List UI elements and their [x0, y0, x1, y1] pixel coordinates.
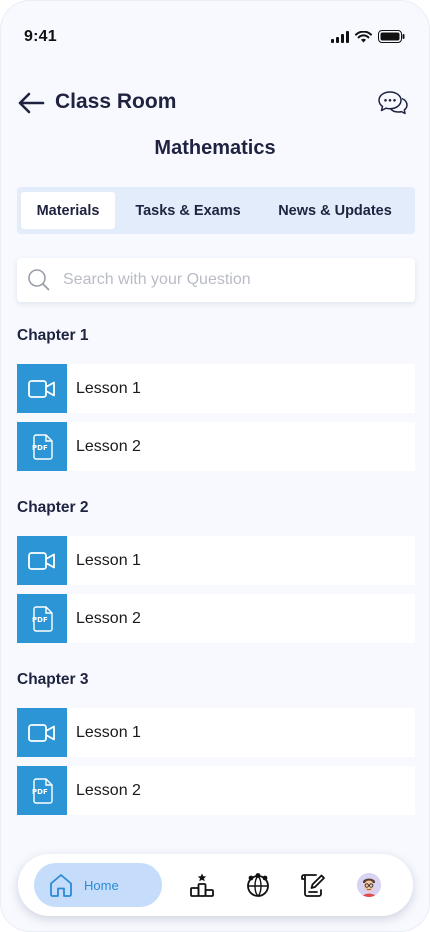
screen: 9:41 Class Room Mathematics Materials Ta… — [0, 0, 430, 932]
search-input[interactable] — [63, 271, 383, 289]
chapter-list: Chapter 1 Lesson 1 PDF Lesson 2 Chapter … — [17, 327, 415, 843]
lesson-item[interactable]: Lesson 1 — [17, 536, 415, 585]
video-icon — [17, 364, 67, 413]
chapter-3: Chapter 3 Lesson 1 PDF Lesson 2 — [17, 671, 415, 815]
lesson-item[interactable]: PDF Lesson 2 — [17, 422, 415, 471]
tab-bar: Materials Tasks & Exams News & Updates — [17, 187, 415, 234]
nav-profile-button[interactable] — [355, 871, 383, 899]
svg-text:PDF: PDF — [32, 444, 48, 452]
bottom-nav: Home — [18, 854, 413, 916]
profile-avatar — [357, 873, 381, 897]
video-icon — [17, 708, 67, 757]
tab-news-updates[interactable]: News & Updates — [261, 192, 409, 229]
lesson-item[interactable]: PDF Lesson 2 — [17, 766, 415, 815]
signal-icon — [331, 30, 349, 43]
lesson-label: Lesson 2 — [76, 781, 141, 799]
nav-home-button[interactable]: Home — [34, 863, 162, 907]
search-icon — [28, 269, 50, 291]
status-icons — [331, 30, 405, 43]
video-icon — [17, 536, 67, 585]
chapter-title: Chapter 1 — [17, 327, 89, 344]
lesson-item[interactable]: Lesson 1 — [17, 708, 415, 757]
chapter-title: Chapter 2 — [17, 499, 89, 516]
pdf-icon: PDF — [17, 594, 67, 643]
svg-text:PDF: PDF — [32, 616, 48, 624]
leaderboard-icon — [190, 873, 214, 897]
chapter-title: Chapter 3 — [17, 671, 89, 688]
lesson-label: Lesson 2 — [76, 609, 141, 627]
tab-tasks-exams[interactable]: Tasks & Exams — [115, 192, 261, 229]
battery-icon — [378, 30, 405, 43]
nav-leaderboard-button[interactable] — [188, 871, 216, 899]
svg-text:PDF: PDF — [32, 788, 48, 796]
lesson-item[interactable]: Lesson 1 — [17, 364, 415, 413]
lesson-label: Lesson 1 — [76, 723, 141, 741]
chapter-2: Chapter 2 Lesson 1 PDF Lesson 2 — [17, 499, 415, 643]
nav-tasks-button[interactable] — [299, 871, 327, 899]
lesson-label: Lesson 1 — [76, 551, 141, 569]
pdf-icon: PDF — [17, 422, 67, 471]
status-time: 9:41 — [24, 28, 57, 45]
wifi-icon — [355, 30, 372, 42]
pdf-icon: PDF — [17, 766, 67, 815]
chat-icon[interactable] — [377, 89, 409, 117]
lesson-label: Lesson 1 — [76, 379, 141, 397]
community-icon — [247, 873, 269, 897]
status-bar: 9:41 — [1, 1, 429, 61]
edit-document-icon — [301, 874, 325, 897]
subject-title: Mathematics — [154, 137, 276, 159]
nav-home-label: Home — [84, 877, 119, 893]
back-arrow-icon[interactable] — [17, 91, 45, 115]
tab-materials[interactable]: Materials — [21, 192, 115, 229]
home-icon — [50, 874, 72, 897]
search-bar — [17, 258, 415, 302]
lesson-label: Lesson 2 — [76, 437, 141, 455]
header: Class Room — [17, 87, 409, 121]
lesson-item[interactable]: PDF Lesson 2 — [17, 594, 415, 643]
chapter-1: Chapter 1 Lesson 1 PDF Lesson 2 — [17, 327, 415, 471]
nav-community-button[interactable] — [244, 871, 272, 899]
page-title: Class Room — [55, 90, 177, 113]
